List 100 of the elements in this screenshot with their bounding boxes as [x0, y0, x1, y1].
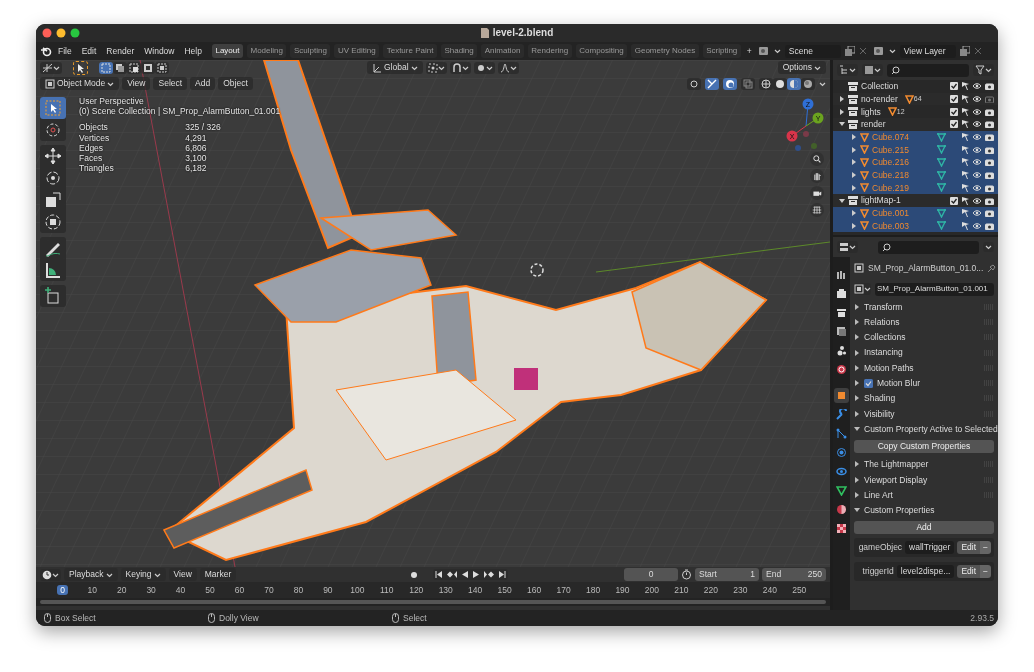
panel-title[interactable]: Shading	[864, 393, 896, 404]
property-name: triggerId	[861, 566, 894, 577]
frame-number: 240	[761, 584, 778, 596]
outliner-row[interactable]: Collection	[833, 80, 998, 93]
stat-value: 4,291	[185, 132, 208, 143]
timeline-menu[interactable]: View	[168, 568, 197, 581]
menu-item[interactable]: Edit	[77, 44, 101, 58]
panel-button[interactable]: Add	[854, 520, 994, 534]
end-frame-field[interactable]: End 250	[762, 568, 826, 581]
outliner-item-label: Cube.216	[872, 157, 909, 168]
frame-number: 30	[145, 584, 157, 596]
status-hint: Dolly View	[219, 612, 259, 624]
viewport-menu[interactable]: Object	[218, 77, 253, 90]
viewport-menu[interactable]: Select	[153, 77, 188, 90]
workspace-tab[interactable]: Modeling	[247, 44, 287, 58]
property-value-field[interactable]: level2dispe...	[896, 564, 955, 578]
workspace-tab[interactable]: Shading	[440, 44, 478, 58]
panel-title[interactable]: Relations	[864, 316, 900, 328]
outliner-item-label: Cube.215	[872, 144, 909, 155]
edit-button[interactable]: Edit	[957, 540, 981, 554]
frame-number: 90	[322, 584, 334, 596]
panel-title[interactable]: Collections	[864, 332, 906, 343]
panel-title[interactable]: The Lightmapper	[864, 459, 929, 470]
frame-number: 60	[233, 584, 246, 596]
frame-number: 10	[86, 584, 98, 596]
panel-title[interactable]: Custom Property Active to Selected	[864, 423, 998, 435]
add-workspace-button[interactable]: +	[742, 44, 756, 58]
frame-number: 210	[673, 584, 690, 596]
timeline-menu[interactable]: Marker	[199, 568, 237, 581]
frame-number: 150	[496, 584, 513, 596]
workspace-tab[interactable]: Geometry Nodes	[631, 44, 699, 58]
viewport-menu[interactable]: View	[122, 77, 151, 90]
outliner-item-label: Cube.003	[872, 220, 909, 231]
edit-button[interactable]: Edit	[957, 564, 981, 578]
outliner-item-label: no-render	[861, 93, 898, 105]
menu-item[interactable]: Help	[180, 44, 206, 58]
transform-orientation-dropdown[interactable]: Global	[367, 61, 423, 74]
panel-title[interactable]: Visibility	[864, 408, 895, 419]
workspace-tab[interactable]: Rendering	[527, 44, 572, 58]
workspace-tab[interactable]: Scripting	[702, 44, 741, 58]
frame-number: 140	[467, 584, 484, 596]
menu-item[interactable]: Render	[102, 44, 139, 58]
workspace-tab[interactable]: Compositing	[575, 44, 628, 58]
frame-number: 170	[555, 584, 572, 596]
outliner-item-label: Cube.001	[872, 208, 909, 219]
panel-title[interactable]: Motion Blur	[877, 378, 920, 389]
stat-label: Objects	[79, 122, 109, 133]
mode-dropdown[interactable]: Object Mode	[40, 77, 120, 90]
frame-number: 70	[263, 584, 275, 596]
panel-title[interactable]: Custom Properties	[864, 505, 935, 516]
property-name: gameObjec	[857, 542, 903, 553]
workspace-tab[interactable]: Layout	[211, 44, 243, 58]
workspace-tab[interactable]: Texture Paint	[383, 44, 437, 58]
panel-button[interactable]: Copy Custom Properties	[854, 439, 994, 453]
panel-title[interactable]: Instancing	[864, 347, 903, 358]
outliner-item-label: Cube.218	[872, 170, 909, 181]
version-label: 2.93.5	[970, 612, 994, 624]
object-name-field[interactable]: SM_Prop_AlarmButton_01.001	[875, 282, 994, 296]
panel-title[interactable]: Line Art	[864, 489, 893, 500]
stat-value: 3,100	[185, 152, 208, 164]
panel-title[interactable]: Transform	[864, 301, 903, 312]
panel-title[interactable]: Motion Paths	[864, 362, 914, 373]
object-title: SM_Prop_AlarmButton_01.0...	[868, 262, 984, 274]
frame-number: 250	[791, 584, 808, 596]
timeline-menu[interactable]: Playback	[64, 568, 118, 581]
property-value-field[interactable]: wallTrigger	[905, 540, 955, 554]
status-hint: Select	[403, 612, 427, 624]
outliner-item-label: render	[861, 119, 886, 130]
outliner-row[interactable]: Cube.216	[833, 156, 998, 169]
viewport-menu[interactable]: Add	[190, 77, 216, 90]
frame-number: 120	[408, 584, 425, 596]
options-dropdown[interactable]: Options	[777, 61, 826, 74]
outliner-row[interactable]: Cube.215	[833, 143, 998, 157]
stat-label: Vertices	[79, 132, 111, 143]
stat-label: Faces	[79, 152, 104, 164]
panel-title[interactable]: Viewport Display	[864, 474, 928, 485]
status-hint: Box Select	[55, 612, 96, 624]
stat-value: 325 / 326	[185, 122, 222, 133]
window-title: level-2.blend	[492, 27, 554, 39]
frame-number: 80	[292, 584, 305, 596]
workspace-tab[interactable]: UV Editing	[334, 44, 380, 58]
remove-button[interactable]: −	[980, 540, 991, 554]
current-frame-field[interactable]: 0	[624, 568, 678, 581]
menu-item[interactable]: File	[54, 44, 76, 58]
frame-number: 220	[702, 584, 719, 596]
timeline-menu[interactable]: Keying	[120, 568, 166, 581]
remove-button[interactable]: −	[980, 564, 991, 578]
menu-item[interactable]: Window	[140, 44, 179, 58]
playhead[interactable]: 0	[57, 584, 69, 596]
frame-number: 20	[115, 584, 128, 596]
outliner-item-label: Cube.219	[872, 182, 909, 193]
view-layer-field[interactable]: View Layer	[899, 44, 956, 58]
start-frame-field[interactable]: Start 1	[695, 568, 759, 581]
stat-label: Edges	[79, 142, 105, 153]
frame-number: 50	[204, 584, 216, 596]
workspace-tab[interactable]: Animation	[481, 44, 524, 58]
workspace-tab[interactable]: Sculpting	[290, 44, 331, 58]
viewport-info-text: User Perspective	[79, 96, 145, 107]
stat-value: 6,806	[185, 142, 208, 153]
scene-field[interactable]: Scene	[784, 44, 841, 58]
